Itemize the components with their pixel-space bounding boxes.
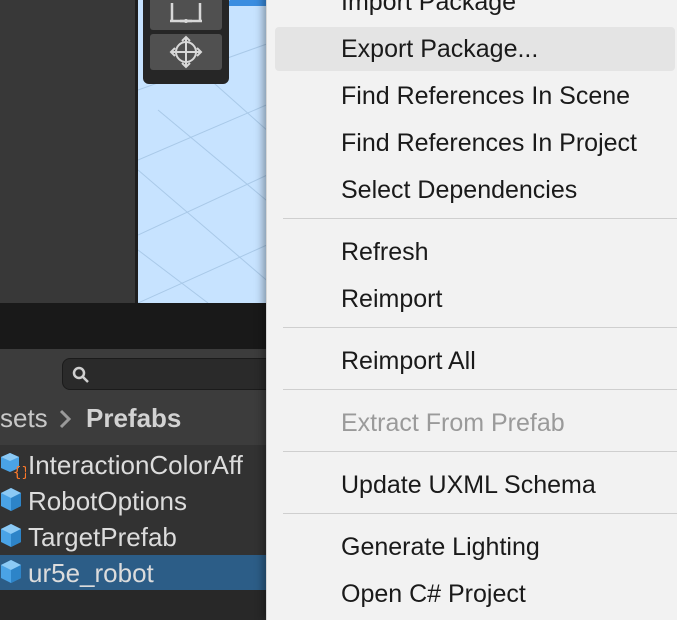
asset-list: {} InteractionColorAff RobotOptions Targ…	[0, 445, 278, 590]
menu-item-label: Extract From Prefab	[341, 409, 565, 437]
menu-item-import-package[interactable]: Import Package	[275, 0, 675, 24]
prefab-icon	[0, 559, 22, 590]
tool-palette	[143, 0, 229, 84]
hierarchy-panel	[0, 0, 135, 303]
menu-item-reimport-all[interactable]: Reimport All	[275, 339, 675, 383]
menu-item-label: Refresh	[341, 238, 429, 266]
menu-item-label: Export Package...	[341, 35, 539, 63]
svg-text:{}: {}	[13, 465, 26, 479]
menu-item-label: Reimport All	[341, 347, 476, 375]
gizmo-axis	[226, 0, 270, 6]
menu-item-export-package[interactable]: Export Package...	[275, 27, 675, 71]
menu-item-label: Generate Lighting	[341, 533, 540, 561]
asset-item-selected[interactable]: ur5e_robot	[0, 555, 278, 590]
menu-item-label: Import Package	[341, 0, 517, 16]
context-menu: Import Package Export Package... Find Re…	[266, 0, 677, 620]
menu-item-label: Open C# Project	[341, 580, 526, 608]
menu-separator	[283, 513, 677, 514]
breadcrumb-current[interactable]: Prefabs	[86, 403, 181, 434]
asset-item[interactable]: RobotOptions	[0, 483, 278, 519]
asset-item[interactable]: TargetPrefab	[0, 519, 278, 555]
menu-separator	[283, 218, 677, 219]
chevron-right-icon	[57, 408, 73, 435]
asset-label: TargetPrefab	[28, 522, 177, 552]
menu-item-open-csharp-project[interactable]: Open C# Project	[275, 572, 675, 616]
breadcrumb-parent[interactable]: sets	[0, 403, 48, 434]
menu-item-generate-lighting[interactable]: Generate Lighting	[275, 525, 675, 569]
search-input[interactable]	[62, 358, 278, 390]
rect-tool-icon	[170, 3, 202, 23]
rect-tool-button[interactable]	[150, 0, 222, 30]
prefab-variant-icon: {}	[0, 451, 30, 484]
prefab-icon	[0, 523, 22, 554]
asset-label: InteractionColorAff	[28, 450, 243, 480]
menu-item-update-uxml-schema[interactable]: Update UXML Schema	[275, 463, 675, 507]
menu-item-extract-from-prefab: Extract From Prefab	[275, 401, 675, 445]
menu-separator	[283, 327, 677, 328]
menu-item-refresh[interactable]: Refresh	[275, 230, 675, 274]
menu-item-find-references-in-project[interactable]: Find References In Project	[275, 121, 675, 165]
project-toolbar	[0, 303, 278, 349]
menu-item-label: Reimport	[341, 285, 443, 313]
asset-label: ur5e_robot	[28, 558, 154, 588]
menu-item-label: Find References In Scene	[341, 82, 631, 110]
transform-tool-button[interactable]	[150, 34, 222, 70]
menu-item-label: Select Dependencies	[341, 176, 578, 204]
menu-separator	[283, 451, 677, 452]
menu-item-find-references-in-scene[interactable]: Find References In Scene	[275, 74, 675, 118]
menu-separator	[283, 389, 677, 390]
asset-label: RobotOptions	[28, 486, 187, 516]
menu-item-label: Find References In Project	[341, 129, 637, 157]
prefab-icon	[0, 487, 22, 518]
search-icon	[72, 366, 90, 389]
menu-item-label: Update UXML Schema	[341, 471, 596, 499]
asset-item[interactable]: {} InteractionColorAff	[0, 447, 278, 483]
transform-tool-icon	[169, 35, 203, 69]
menu-item-select-dependencies[interactable]: Select Dependencies	[275, 168, 675, 212]
menu-item-reimport[interactable]: Reimport	[275, 277, 675, 321]
